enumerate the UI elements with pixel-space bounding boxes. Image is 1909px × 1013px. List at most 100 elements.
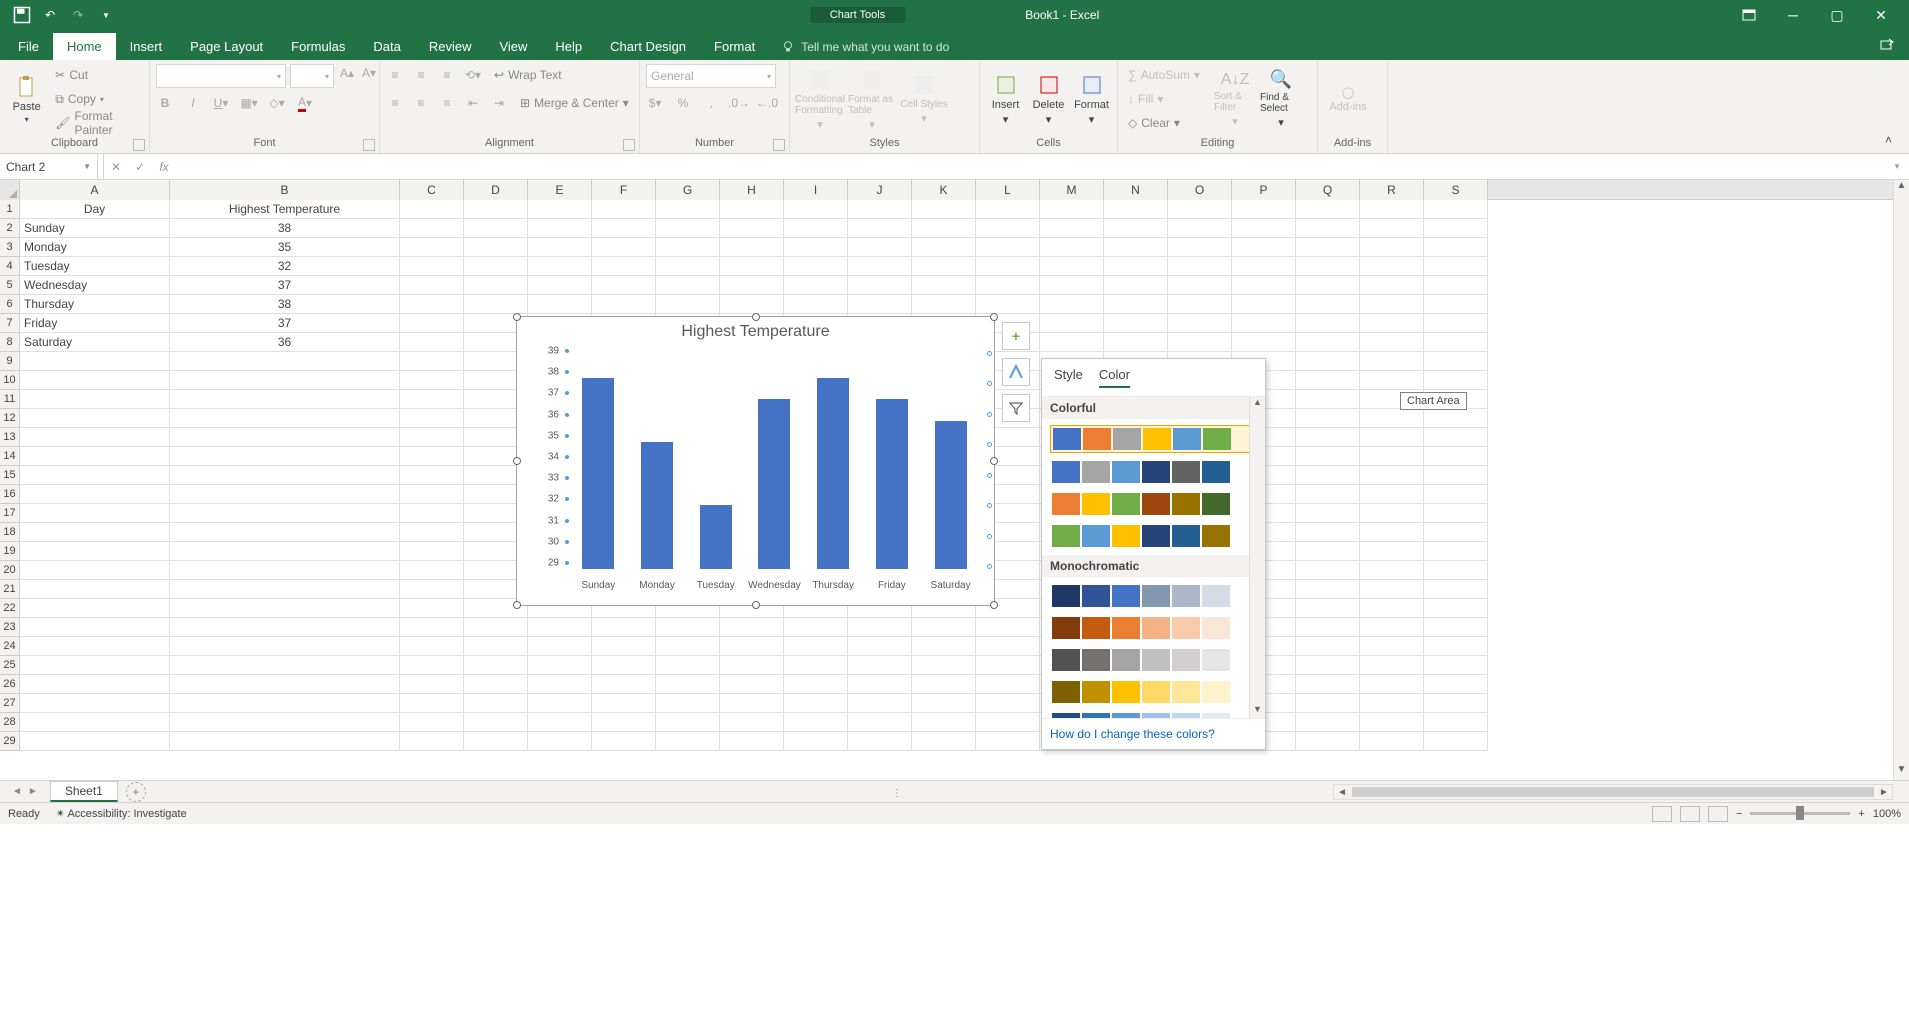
cell[interactable] [912, 200, 976, 219]
cell[interactable] [528, 219, 592, 238]
font-color-icon[interactable]: A▾ [296, 94, 314, 112]
cell[interactable] [170, 390, 400, 409]
cell[interactable] [1296, 637, 1360, 656]
cell[interactable] [720, 675, 784, 694]
cell[interactable] [1360, 542, 1424, 561]
cell[interactable] [20, 618, 170, 637]
format-as-table-button[interactable]: Format as Table▾ [848, 64, 896, 134]
conditional-formatting-button[interactable]: Conditional Formatting▾ [796, 64, 844, 134]
number-launcher[interactable] [773, 139, 785, 151]
cell[interactable] [170, 618, 400, 637]
cell[interactable] [912, 219, 976, 238]
row-header[interactable]: 13 [0, 428, 20, 447]
cell[interactable] [784, 257, 848, 276]
cell[interactable] [720, 200, 784, 219]
cell[interactable] [20, 466, 170, 485]
cell[interactable] [1296, 523, 1360, 542]
cut-button[interactable]: ✂Cut [51, 64, 143, 86]
tab-review[interactable]: Review [415, 33, 486, 60]
row-header[interactable]: 9 [0, 352, 20, 371]
cell[interactable] [848, 732, 912, 751]
cell[interactable] [848, 675, 912, 694]
cell[interactable] [20, 371, 170, 390]
row-header[interactable]: 8 [0, 333, 20, 352]
row-header[interactable]: 28 [0, 713, 20, 732]
cell[interactable] [1424, 618, 1488, 637]
cell[interactable] [464, 637, 528, 656]
cell[interactable] [720, 219, 784, 238]
cell[interactable] [1168, 276, 1232, 295]
cell[interactable] [1040, 257, 1104, 276]
cell[interactable] [1424, 257, 1488, 276]
tab-split-handle[interactable]: ⋮ [892, 788, 902, 799]
popup-scrollbar[interactable]: ▲▼ [1249, 397, 1265, 718]
cell[interactable] [20, 409, 170, 428]
sheet-nav-prev-icon[interactable]: ◄ [12, 786, 22, 797]
cell[interactable] [1360, 466, 1424, 485]
bar[interactable] [817, 378, 849, 569]
cell[interactable] [784, 200, 848, 219]
cell[interactable] [20, 713, 170, 732]
cell[interactable] [848, 713, 912, 732]
cell[interactable] [400, 599, 464, 618]
increase-font-icon[interactable]: A▴ [338, 64, 356, 82]
cell[interactable] [1296, 599, 1360, 618]
cell[interactable] [1360, 713, 1424, 732]
cell[interactable] [1040, 314, 1104, 333]
cell[interactable] [656, 295, 720, 314]
cell[interactable] [1360, 295, 1424, 314]
cell[interactable] [1360, 637, 1424, 656]
cell[interactable] [720, 694, 784, 713]
formula-input[interactable] [176, 154, 1885, 179]
cell[interactable] [170, 352, 400, 371]
cell[interactable] [1424, 523, 1488, 542]
cell[interactable] [170, 542, 400, 561]
collapse-ribbon-icon[interactable]: ˄ [1885, 133, 1901, 149]
cell[interactable] [1424, 637, 1488, 656]
cell[interactable] [1296, 713, 1360, 732]
cell[interactable] [848, 238, 912, 257]
cell[interactable] [848, 656, 912, 675]
cell[interactable] [1296, 561, 1360, 580]
cell[interactable] [784, 656, 848, 675]
cell[interactable] [656, 618, 720, 637]
tab-format[interactable]: Format [700, 33, 769, 60]
format-cells-button[interactable]: Format▾ [1072, 64, 1111, 134]
bar[interactable] [582, 378, 614, 569]
cell[interactable] [1040, 219, 1104, 238]
column-header[interactable]: B [170, 180, 400, 200]
chart-filters-button[interactable] [1002, 394, 1030, 422]
save-icon[interactable] [12, 5, 32, 25]
cell[interactable] [1232, 219, 1296, 238]
cell[interactable] [1040, 333, 1104, 352]
tab-file[interactable]: File [4, 33, 53, 60]
new-sheet-button[interactable]: + [126, 782, 146, 802]
cell[interactable] [592, 238, 656, 257]
cell[interactable] [1104, 257, 1168, 276]
cell[interactable] [400, 352, 464, 371]
cell[interactable] [1360, 485, 1424, 504]
zoom-out-icon[interactable]: − [1736, 808, 1742, 820]
cell[interactable] [1360, 675, 1424, 694]
zoom-level[interactable]: 100% [1873, 808, 1901, 820]
borders-icon[interactable]: ▦▾ [240, 94, 258, 112]
cell[interactable] [1360, 694, 1424, 713]
cell[interactable] [1424, 542, 1488, 561]
bar[interactable] [758, 399, 790, 569]
row-header[interactable]: 29 [0, 732, 20, 751]
cell[interactable] [400, 409, 464, 428]
cell[interactable]: Highest Temperature [170, 200, 400, 219]
clipboard-launcher[interactable] [133, 139, 145, 151]
column-header[interactable]: O [1168, 180, 1232, 200]
autosum-button[interactable]: ∑AutoSum▾ [1124, 64, 1210, 86]
cell[interactable] [400, 732, 464, 751]
cell[interactable] [592, 276, 656, 295]
cell[interactable] [170, 447, 400, 466]
tab-view[interactable]: View [485, 33, 541, 60]
cell[interactable] [170, 637, 400, 656]
cell[interactable] [400, 580, 464, 599]
cell[interactable] [1168, 314, 1232, 333]
cell[interactable] [720, 656, 784, 675]
cell[interactable] [20, 656, 170, 675]
column-header[interactable]: G [656, 180, 720, 200]
